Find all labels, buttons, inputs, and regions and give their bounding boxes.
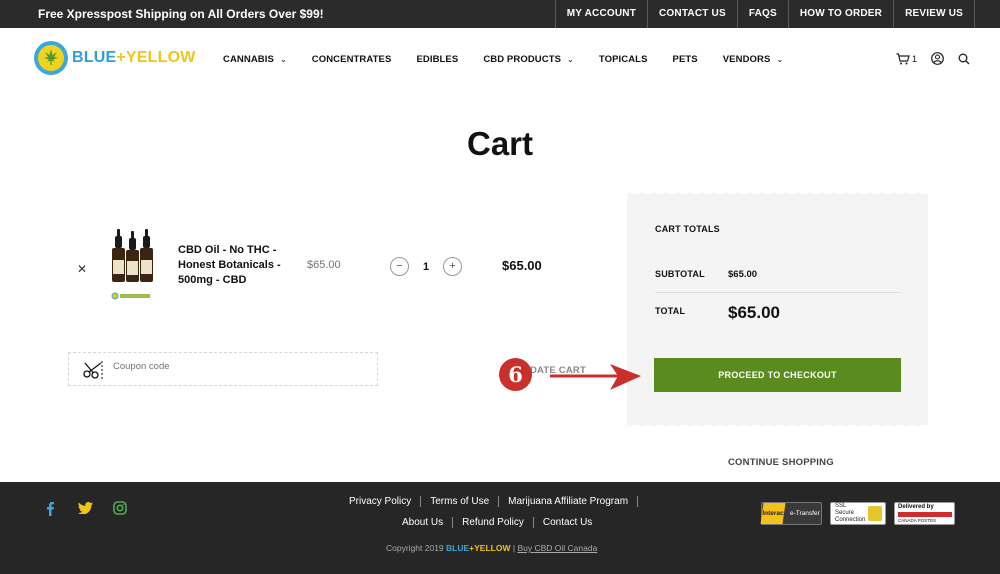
contact-us-link[interactable]: CONTACT US bbox=[647, 0, 737, 28]
instagram-icon[interactable] bbox=[112, 500, 128, 516]
page-title: Cart bbox=[466, 125, 534, 162]
logo-wordmark: BLUE+YELLOW bbox=[72, 49, 196, 66]
quantity-value[interactable]: 1 bbox=[409, 261, 443, 273]
affiliate-program-link[interactable]: Marijuana Affiliate Program bbox=[499, 496, 639, 507]
chevron-down-icon: ⌄ bbox=[279, 55, 287, 64]
shipping-promo: Free Xpresspost Shipping on All Orders O… bbox=[38, 7, 324, 21]
subtotal-value: $65.00 bbox=[728, 269, 758, 280]
cart-button[interactable]: 1 bbox=[896, 52, 917, 65]
privacy-policy-link[interactable]: Privacy Policy bbox=[340, 496, 422, 507]
nav-item-vendors[interactable]: VENDORS ⌄ bbox=[723, 54, 784, 65]
header-icons: 1 bbox=[882, 52, 970, 65]
increase-quantity-button[interactable]: + bbox=[443, 257, 462, 276]
chevron-down-icon: ⌄ bbox=[776, 55, 784, 64]
copyright-brand[interactable]: BLUE+YELLOW bbox=[446, 543, 510, 553]
zigzag-edge bbox=[627, 192, 928, 197]
product-price: $65.00 bbox=[307, 259, 341, 271]
step-number-badge: 6 bbox=[499, 358, 532, 391]
search-button[interactable] bbox=[958, 53, 970, 65]
footer-links-row-1: Privacy Policy Terms of Use Marijuana Af… bbox=[340, 496, 639, 507]
user-icon bbox=[931, 52, 944, 65]
copyright: Copyright 2019 BLUE+YELLOW | Buy CBD Oil… bbox=[386, 543, 598, 553]
buy-cbd-oil-link[interactable]: Buy CBD Oil Canada bbox=[517, 543, 597, 553]
remove-item-icon[interactable]: ✕ bbox=[77, 262, 87, 276]
cart-totals-heading: CART TOTALS bbox=[655, 224, 720, 234]
about-us-link[interactable]: About Us bbox=[393, 517, 454, 528]
nav-item-edibles[interactable]: EDIBLES bbox=[416, 54, 458, 65]
payment-badges: Interac e-Transfer SSL Secure Connection… bbox=[760, 502, 963, 525]
twitter-icon[interactable] bbox=[77, 500, 93, 516]
scissors-icon bbox=[83, 361, 103, 379]
divider bbox=[655, 292, 900, 293]
cart-count: 1 bbox=[911, 53, 917, 64]
terms-of-use-link[interactable]: Terms of Use bbox=[421, 496, 500, 507]
search-icon bbox=[958, 53, 970, 64]
nav-item-cbd-products[interactable]: CBD PRODUCTS ⌄ bbox=[483, 54, 574, 65]
canada-post-badge: Delivered by CANADA POSTES bbox=[894, 502, 955, 525]
nav-item-topicals[interactable]: TOPICALS bbox=[599, 54, 648, 65]
coupon-box bbox=[68, 352, 378, 386]
total-value: $65.00 bbox=[728, 303, 780, 322]
cart-icon bbox=[896, 52, 910, 64]
annotation-arrow-icon bbox=[550, 364, 641, 390]
chevron-down-icon: ⌄ bbox=[567, 55, 574, 64]
nav-item-concentrates[interactable]: CONCENTRATES bbox=[312, 54, 392, 65]
decrease-quantity-button[interactable]: − bbox=[390, 257, 409, 276]
footer-contact-us-link[interactable]: Contact Us bbox=[534, 517, 601, 528]
how-to-order-link[interactable]: HOW TO ORDER bbox=[787, 0, 893, 28]
review-us-link[interactable]: REVIEW US bbox=[893, 0, 975, 28]
line-subtotal: $65.00 bbox=[502, 258, 542, 273]
interac-etransfer-badge: Interac e-Transfer bbox=[760, 502, 822, 525]
zigzag-edge bbox=[627, 422, 928, 427]
my-account-link[interactable]: MY ACCOUNT bbox=[554, 0, 647, 28]
lock-icon bbox=[868, 506, 883, 521]
refund-policy-link[interactable]: Refund Policy bbox=[453, 517, 534, 528]
proceed-to-checkout-button[interactable]: PROCEED TO CHECKOUT bbox=[654, 358, 901, 392]
facebook-icon[interactable] bbox=[42, 500, 58, 516]
nav-item-pets[interactable]: PETS bbox=[673, 54, 698, 65]
ssl-secure-badge: SSL Secure Connection bbox=[830, 502, 886, 525]
top-bar: Free Xpresspost Shipping on All Orders O… bbox=[0, 0, 1000, 28]
footer-links-row-2: About Us Refund Policy Contact Us bbox=[393, 517, 601, 528]
site-footer: Privacy Policy Terms of Use Marijuana Af… bbox=[0, 482, 1000, 574]
site-logo[interactable]: BLUE+YELLOW bbox=[34, 41, 196, 75]
subtotal-label: SUBTOTAL bbox=[655, 269, 705, 279]
site-header: BLUE+YELLOW CANNABIS ⌄ CONCENTRATES EDIBL… bbox=[0, 28, 1000, 90]
top-links: MY ACCOUNT CONTACT US FAQS HOW TO ORDER … bbox=[554, 0, 975, 28]
faqs-link[interactable]: FAQS bbox=[736, 0, 788, 28]
product-name[interactable]: CBD Oil - No THC - Honest Botanicals - 5… bbox=[178, 243, 293, 288]
account-button[interactable] bbox=[931, 52, 944, 65]
quantity-stepper: − 1 + bbox=[390, 257, 462, 276]
logo-leaf-icon bbox=[34, 41, 68, 75]
total-label: TOTAL bbox=[655, 306, 686, 316]
continue-shopping-link[interactable]: CONTINUE SHOPPING bbox=[728, 457, 834, 468]
nav-item-cannabis[interactable]: CANNABIS ⌄ bbox=[223, 54, 287, 65]
product-image[interactable] bbox=[106, 226, 158, 304]
main-nav: CANNABIS ⌄ CONCENTRATES EDIBLES CBD PRODU… bbox=[223, 54, 808, 65]
coupon-code-input[interactable] bbox=[113, 361, 363, 372]
social-links bbox=[42, 500, 147, 516]
